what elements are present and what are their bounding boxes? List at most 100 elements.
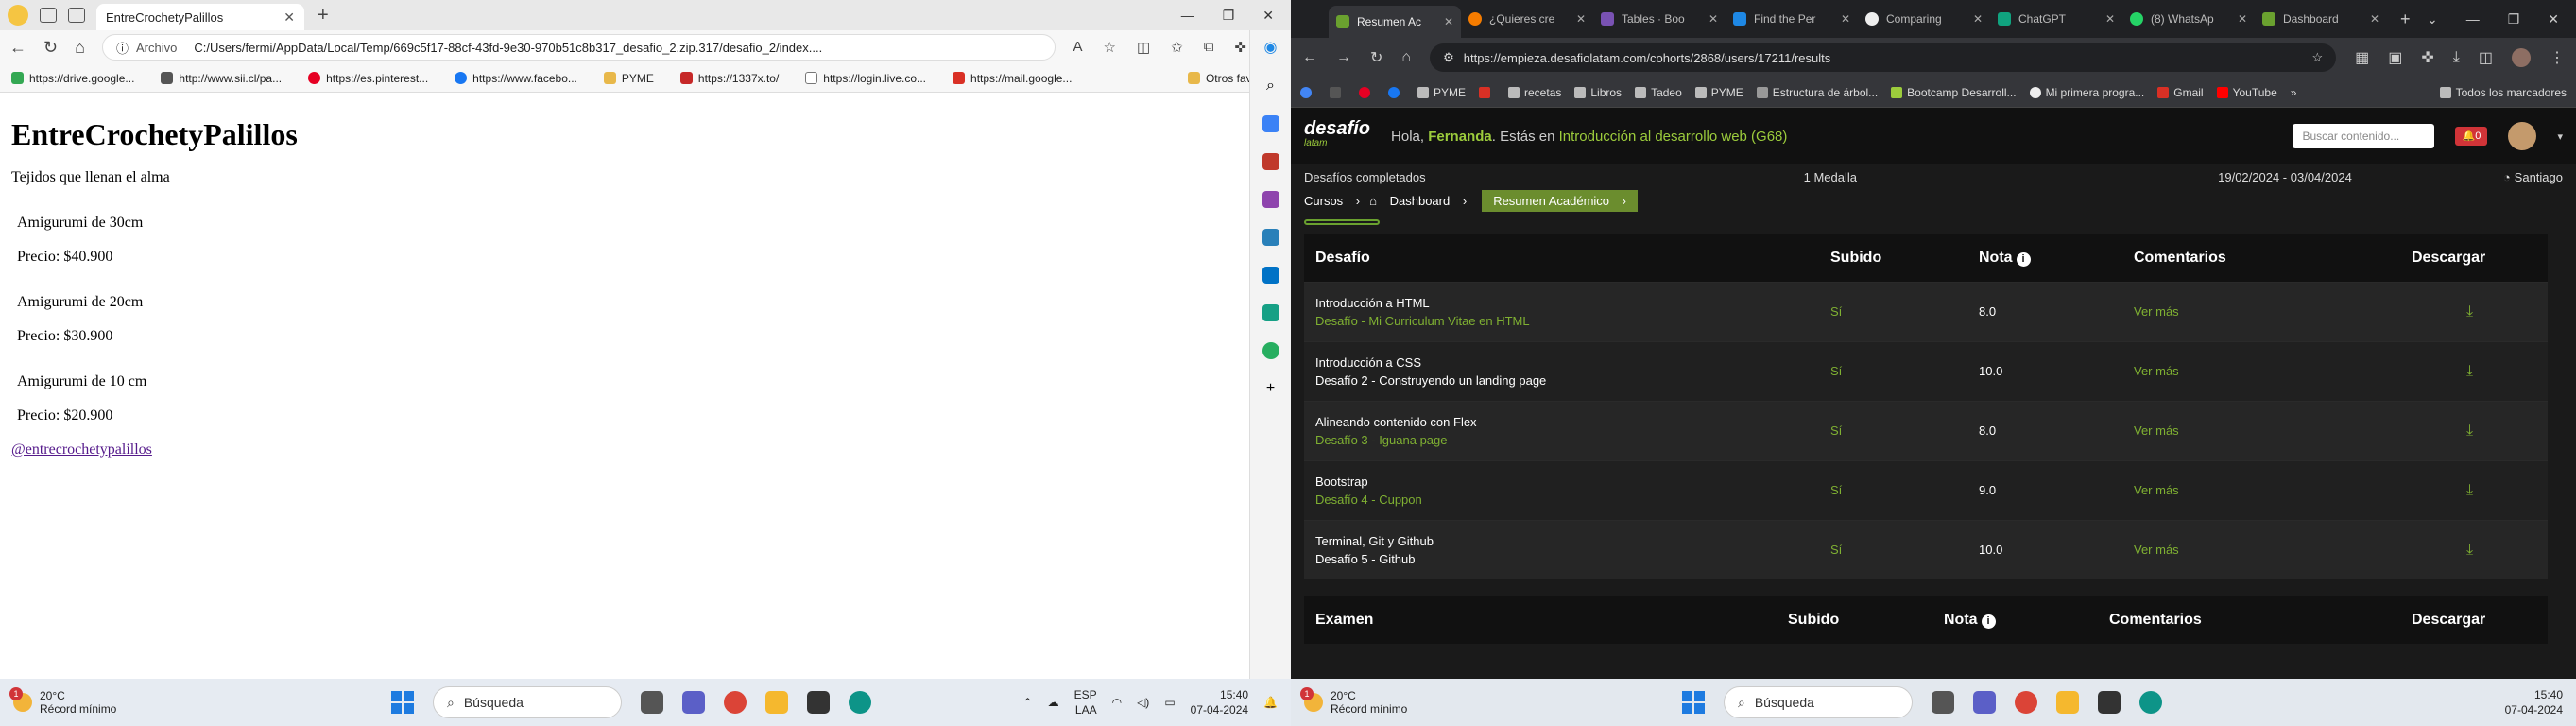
tab[interactable]: Tables · Boo ✕ (1593, 5, 1726, 33)
new-tab-button[interactable]: + (2400, 9, 2411, 29)
bookmark-item[interactable]: Gmail (2157, 86, 2204, 99)
address-bar[interactable]: ⓘ Archivo C:/Users/fermi/AppData/Local/T… (101, 34, 1056, 60)
pinterest-icon[interactable] (1359, 86, 1370, 98)
taskbar-search[interactable]: ⌕ Búsqueda (433, 686, 622, 718)
site-info-icon[interactable]: ⚙ (1443, 50, 1454, 65)
address-bar[interactable]: ⚙ https://empieza.desafiolatam.com/cohor… (1430, 43, 2337, 72)
desafio-subtitle[interactable]: Desafío 4 - Cuppon (1315, 493, 1819, 507)
download-icon[interactable]: ⤓ (2466, 423, 2473, 439)
store-icon[interactable] (807, 691, 830, 714)
fav-item[interactable]: https://www.facebo... (455, 71, 577, 85)
bookmark-item[interactable]: Tadeo (1635, 86, 1682, 99)
close-window-button[interactable]: ✕ (2548, 11, 2559, 27)
taskbar-search[interactable]: ⌕ Búsqueda (1724, 686, 1913, 718)
close-icon[interactable]: ✕ (1841, 12, 1850, 26)
chevron-down-icon[interactable]: ⌄ (2427, 11, 2438, 27)
refresh-icon[interactable]: ↻ (1370, 48, 1382, 67)
close-icon[interactable]: ✕ (2105, 12, 2115, 26)
clock[interactable]: 15:40 07-04-2024 (1191, 687, 1248, 717)
facebook-icon[interactable] (1388, 86, 1400, 98)
cloud-icon[interactable]: ☁ (1048, 696, 1059, 709)
ver-mas-link[interactable]: Ver más (2122, 340, 2400, 401)
close-window-button[interactable]: ✕ (1262, 8, 1274, 24)
teams-icon[interactable] (1973, 691, 1996, 714)
bookmark-item[interactable]: YouTube (2216, 86, 2277, 99)
battery-icon[interactable]: ▭ (1164, 696, 1175, 709)
outlook-icon[interactable] (1262, 267, 1279, 284)
google-icon[interactable] (1300, 86, 1312, 98)
close-icon[interactable]: ✕ (1576, 12, 1586, 26)
bell-icon[interactable]: 🔔 (1263, 696, 1278, 709)
ver-mas-link[interactable]: Ver más (2122, 519, 2400, 579)
bookmark-star-icon[interactable]: ☆ (2311, 50, 2323, 65)
download-icon[interactable]: ⤓ (2453, 49, 2460, 66)
close-icon[interactable]: ✕ (1709, 12, 1718, 26)
close-icon[interactable]: ✕ (1973, 12, 1983, 26)
menu-icon[interactable]: ⋮ (2550, 48, 2565, 67)
start-icon[interactable] (391, 691, 414, 714)
desafio-subtitle[interactable]: Desafío 3 - Iguana page (1315, 433, 1819, 447)
forward-icon[interactable]: → (1336, 49, 1351, 66)
download-icon[interactable]: ⤓ (2466, 303, 2473, 320)
chrome-icon[interactable] (724, 691, 747, 714)
bookmark-item[interactable]: Libros (1574, 86, 1622, 99)
search-icon[interactable]: ⌕ (1266, 78, 1275, 95)
edge-icon[interactable] (2139, 691, 2162, 714)
avatar[interactable] (2512, 48, 2531, 67)
info-icon[interactable]: i (2016, 251, 2031, 267)
tab[interactable]: Comparing ✕ (1858, 5, 1990, 33)
file-explorer-icon[interactable] (765, 691, 788, 714)
new-tab-button[interactable]: + (318, 5, 329, 26)
sii-icon[interactable] (1330, 86, 1341, 98)
fav-item[interactable]: https://drive.google... (11, 71, 134, 85)
read-aloud-icon[interactable]: A (1073, 39, 1082, 56)
volume-icon[interactable]: ◁) (1137, 696, 1149, 709)
download-icon[interactable]: ⤓ (2466, 482, 2473, 498)
fav-item[interactable]: https://mail.google... (953, 71, 1072, 85)
teams-icon[interactable] (682, 691, 705, 714)
crumb-dashboard[interactable]: ⌂ Dashboard › (1369, 194, 1476, 208)
office-icon[interactable] (1262, 229, 1279, 246)
file-explorer-icon[interactable] (2056, 691, 2079, 714)
chrome-icon[interactable] (2015, 691, 2037, 714)
tab[interactable]: Find the Per ✕ (1726, 5, 1858, 33)
maximize-button[interactable]: ❐ (1223, 8, 1235, 24)
desafio-subtitle[interactable]: Desafío 5 - Github (1315, 552, 1819, 566)
info-icon[interactable]: i (1981, 614, 1996, 629)
favorites-icon[interactable]: ✩ (1171, 39, 1183, 56)
copilot-icon[interactable]: ◉ (1264, 38, 1278, 57)
bookmark-item[interactable]: PYME (1694, 86, 1743, 99)
store-icon[interactable] (2098, 691, 2121, 714)
sidepanel-icon[interactable]: ◫ (2479, 48, 2493, 67)
minimize-button[interactable]: — (2466, 11, 2480, 27)
shopping-icon[interactable] (1262, 115, 1279, 132)
games-icon[interactable] (1262, 191, 1279, 208)
fav-item[interactable]: https://1337x.to/ (679, 71, 779, 85)
gmail-icon[interactable] (1479, 86, 1491, 98)
info-icon[interactable]: ⓘ (116, 39, 129, 57)
refresh-icon[interactable]: ↻ (43, 38, 58, 58)
close-icon[interactable]: ✕ (283, 9, 295, 26)
workspaces-icon[interactable] (40, 8, 57, 23)
crumb-resumen[interactable]: Resumen Académico › (1482, 189, 1638, 212)
favorite-star-icon[interactable]: ☆ (1103, 39, 1115, 56)
chevron-up-icon[interactable]: ⌃ (1023, 696, 1033, 709)
close-icon[interactable]: ✕ (2370, 12, 2379, 26)
desafio-subtitle[interactable]: Desafío 2 - Construyendo un landing page (1315, 373, 1819, 388)
tab-resumen[interactable]: Resumen Ac ✕ (1329, 6, 1461, 38)
weather-widget[interactable]: 1 20°C Récord mínimo (9, 687, 391, 716)
maximize-button[interactable]: ❐ (2508, 11, 2520, 27)
home-icon[interactable]: ⌂ (75, 38, 85, 58)
notifications-icon[interactable]: 🔔0 (2455, 127, 2488, 146)
desafio-subtitle[interactable]: Desafío - Mi Curriculum Vitae en HTML (1315, 314, 1819, 328)
avatar[interactable] (2508, 122, 2537, 150)
fav-item[interactable]: https://login.live.co... (805, 71, 926, 85)
extension-icon[interactable]: ▣ (2388, 48, 2402, 67)
tab[interactable]: ¿Quieres cre ✕ (1461, 5, 1593, 33)
edge-icon[interactable] (849, 691, 871, 714)
ver-mas-link[interactable]: Ver más (2122, 459, 2400, 520)
tab[interactable]: (8) WhatsAp ✕ (2122, 5, 2255, 33)
tree-icon[interactable] (1262, 342, 1279, 359)
chevron-down-icon[interactable]: ▾ (2557, 130, 2563, 143)
collections-icon[interactable]: ⧉ (1204, 39, 1214, 56)
